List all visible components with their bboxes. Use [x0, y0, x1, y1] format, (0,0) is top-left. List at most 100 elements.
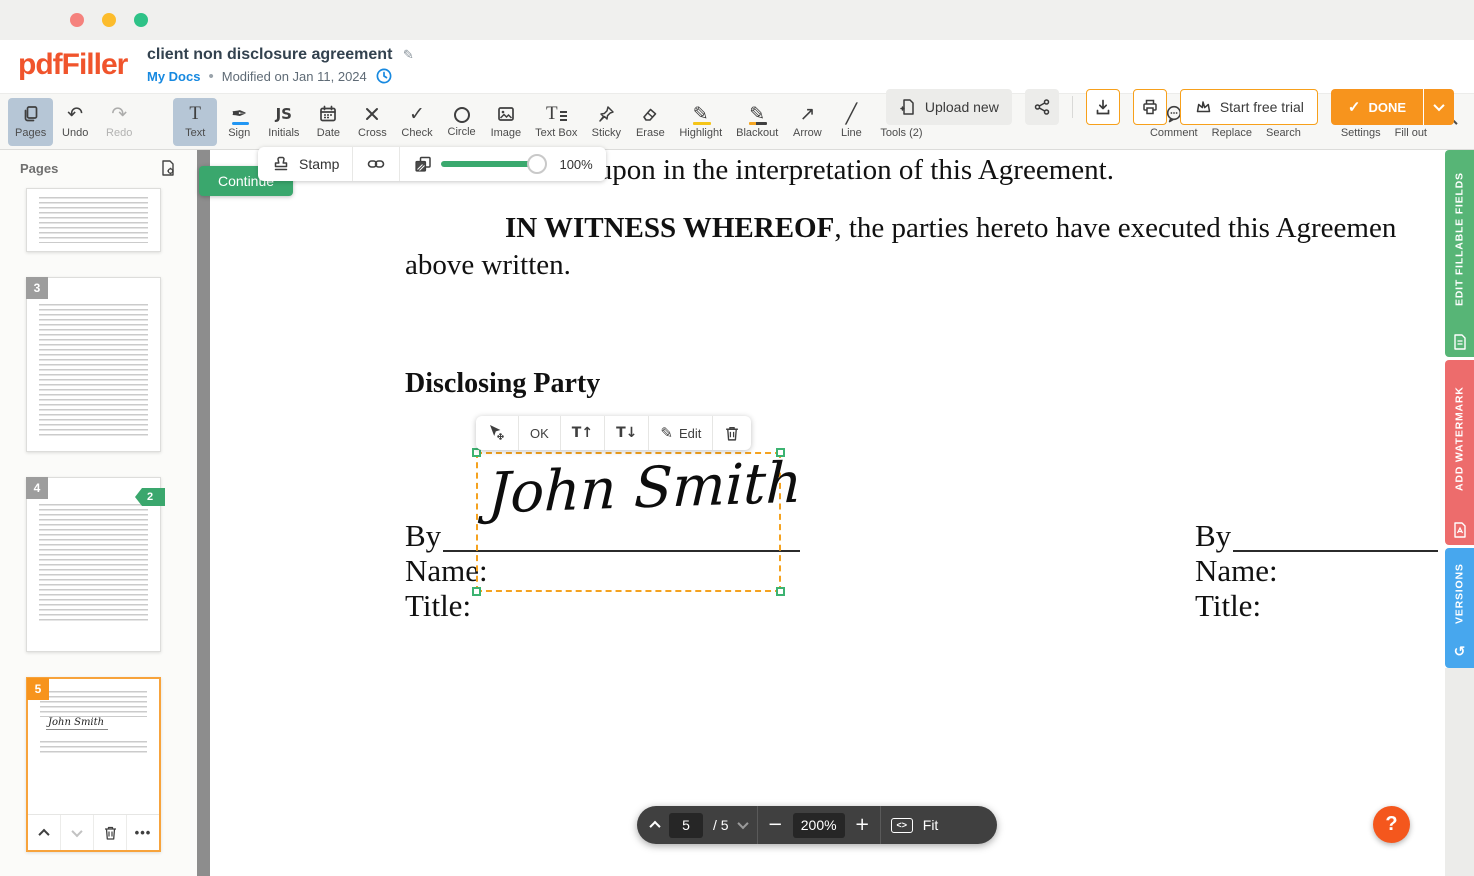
page-total: / 5 — [713, 817, 729, 833]
tool-highlight[interactable]: ✎ Highlight — [672, 98, 729, 146]
pencil-icon: ✎ — [660, 424, 673, 442]
page-thumbnail-5-selected[interactable]: 5 John Smith ••• — [26, 677, 161, 852]
tool-initials[interactable]: JS Initials — [261, 98, 306, 146]
tool-check[interactable]: ✓ Check — [394, 98, 439, 146]
tool-sticky[interactable]: Sticky — [584, 98, 628, 146]
move-page-up-button[interactable] — [28, 815, 60, 850]
opacity-icon[interactable] — [413, 154, 433, 174]
tab-edit-fillable-fields[interactable]: EDIT FILLABLE FIELDS — [1445, 150, 1474, 357]
opacity-slider[interactable] — [441, 161, 537, 167]
document-witness-line: IN WITNESS WHEREOF, the parties hereto h… — [505, 212, 1396, 245]
page-settings-icon[interactable] — [159, 159, 177, 177]
rename-icon[interactable]: ✎ — [403, 47, 414, 62]
window-titlebar — [0, 0, 1474, 40]
arrow-icon: ↗ — [799, 104, 815, 124]
pages-sidebar: Pages 3 4 2 5 John Smith — [0, 150, 197, 876]
page-number-badge: 3 — [26, 277, 48, 299]
move-signature-button[interactable] — [476, 416, 518, 450]
page-number-input[interactable]: 5 — [669, 813, 703, 838]
undo-icon: ↶ — [67, 104, 83, 124]
tool-redo: ↷ Redo — [97, 98, 141, 146]
document-plus-icon — [899, 98, 917, 116]
help-button[interactable]: ? — [1373, 806, 1410, 843]
done-button[interactable]: ✓ DONE — [1331, 89, 1424, 125]
ok-button[interactable]: OK — [518, 416, 560, 450]
delete-signature-button[interactable] — [712, 416, 751, 450]
window-minimize-button[interactable] — [102, 13, 116, 27]
tab-add-watermark[interactable]: ADD WATERMARK — [1445, 360, 1474, 545]
page-thumbnail-partial[interactable] — [26, 188, 161, 252]
by-label-right: By — [1195, 518, 1231, 554]
window-close-button[interactable] — [70, 13, 84, 27]
trash-icon — [103, 825, 118, 841]
history-clock-icon[interactable] — [375, 67, 393, 85]
tool-cross[interactable]: Cross — [350, 98, 394, 146]
signature-text[interactable]: John Smith — [487, 450, 803, 526]
title-label-left: Title: — [405, 588, 471, 624]
download-button[interactable] — [1086, 89, 1120, 125]
tool-image[interactable]: Image — [484, 98, 529, 146]
signature-toolbar: OK T↑ T↓ ✎ Edit — [476, 416, 751, 450]
initials-icon: JS — [276, 104, 292, 124]
resize-handle-bottom-right[interactable] — [776, 587, 785, 596]
line-icon: ╱ — [846, 104, 857, 124]
signature-line-right — [1233, 550, 1438, 552]
decrease-text-size-button[interactable]: T↓ — [604, 416, 648, 450]
start-free-trial-button[interactable]: Start free trial — [1180, 89, 1318, 125]
eraser-icon — [640, 104, 660, 124]
print-button[interactable] — [1133, 89, 1167, 125]
tool-date[interactable]: Date — [306, 98, 350, 146]
tool-blackout[interactable]: ✎ Blackout — [729, 98, 785, 146]
tool-erase[interactable]: Erase — [628, 98, 672, 146]
share-icon — [1033, 98, 1051, 116]
text-box-icon: T — [546, 104, 567, 124]
sign-active-underline — [232, 122, 249, 125]
tab-versions[interactable]: VERSIONS ↺ — [1445, 548, 1474, 668]
move-page-down-button — [60, 815, 93, 850]
upload-new-button[interactable]: Upload new — [886, 89, 1012, 125]
zoom-level-input[interactable]: 200% — [793, 813, 845, 838]
delete-page-button[interactable] — [93, 815, 126, 850]
zoom-out-button[interactable]: − — [768, 816, 783, 834]
window-maximize-button[interactable] — [134, 13, 148, 27]
tool-pages[interactable]: Pages — [8, 98, 53, 146]
previous-page-button[interactable] — [651, 816, 659, 834]
versions-history-icon: ↺ — [1454, 643, 1466, 661]
edit-signature-button[interactable]: ✎ Edit — [648, 416, 712, 450]
tool-text-box[interactable]: T Text Box — [528, 98, 584, 146]
next-page-button — [739, 816, 747, 834]
thumbnail-text-lines — [39, 304, 148, 437]
link-button[interactable] — [352, 147, 399, 181]
tool-sign[interactable]: ✒ Sign — [217, 98, 261, 146]
divider — [757, 806, 758, 844]
text-icon: T — [189, 104, 201, 124]
blackout-color-bar — [749, 122, 767, 126]
page-more-options-button[interactable]: ••• — [126, 815, 159, 850]
my-docs-link[interactable]: My Docs — [147, 69, 200, 84]
share-button[interactable] — [1025, 89, 1059, 125]
title-label-right: Title: — [1195, 588, 1261, 624]
opacity-slider-handle[interactable] — [527, 154, 547, 174]
stamp-button[interactable]: Stamp — [258, 147, 352, 181]
resize-handle-bottom-left[interactable] — [472, 587, 481, 596]
tool-undo[interactable]: ↶ Undo — [53, 98, 97, 146]
pages-icon — [21, 104, 41, 124]
zoom-in-button[interactable]: + — [855, 816, 870, 834]
tool-circle[interactable]: Circle — [440, 98, 484, 146]
check-icon: ✓ — [409, 104, 425, 124]
page-number-badge: 5 — [27, 678, 49, 700]
tool-arrow[interactable]: ↗ Arrow — [785, 98, 829, 146]
page-thumbnail-3[interactable]: 3 — [26, 277, 161, 452]
link-icon — [366, 154, 386, 174]
increase-text-size-button[interactable]: T↑ — [560, 416, 604, 450]
cross-icon — [362, 104, 382, 124]
tool-text[interactable]: T Text — [173, 98, 217, 146]
pdffiller-logo[interactable]: pdfFiller — [18, 48, 127, 82]
upload-new-label: Upload new — [925, 99, 999, 115]
done-dropdown-button[interactable] — [1424, 89, 1454, 125]
sidebar-scrollbar[interactable] — [197, 150, 210, 876]
page-thumbnail-4[interactable]: 4 2 — [26, 477, 161, 652]
thumbnail-text-lines — [40, 691, 147, 717]
tool-line[interactable]: ╱ Line — [829, 98, 873, 146]
fit-button[interactable]: Fit — [923, 817, 939, 833]
